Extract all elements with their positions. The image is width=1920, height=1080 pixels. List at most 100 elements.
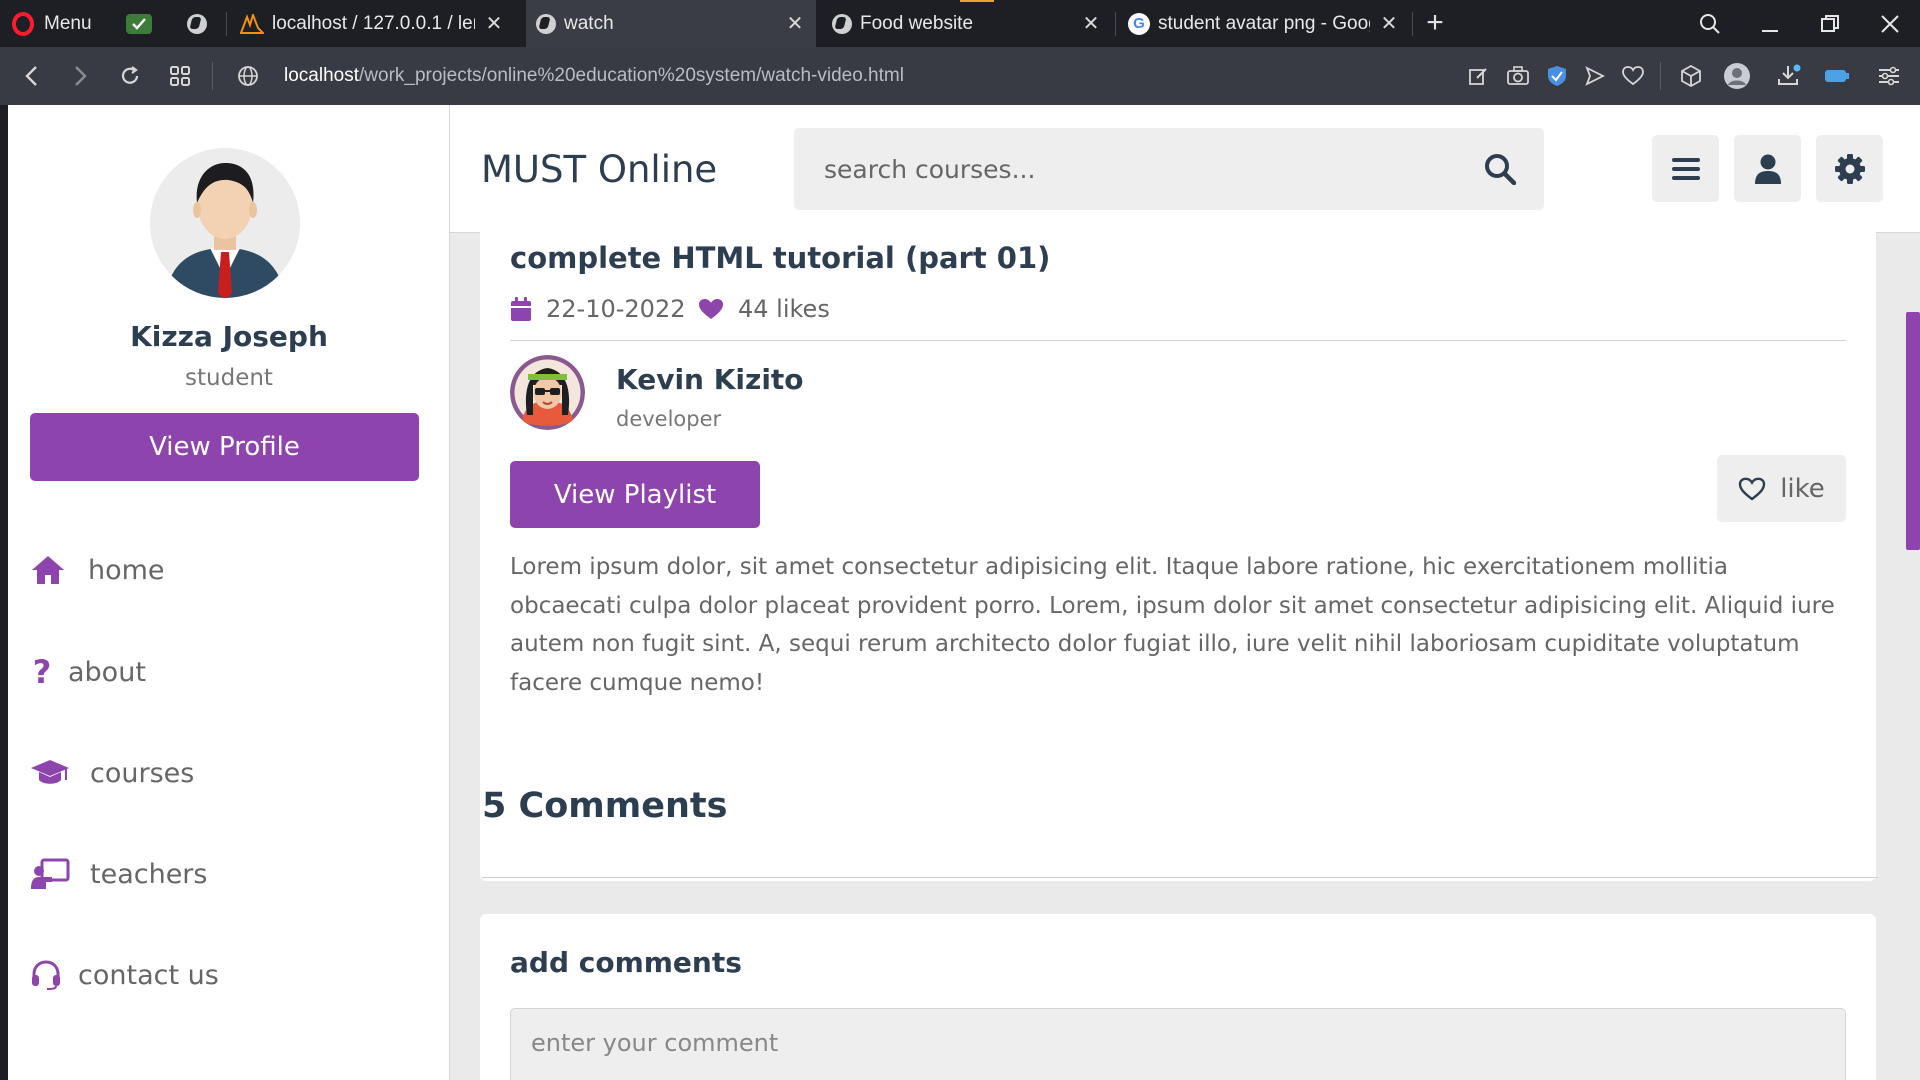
main-content: complete HTML tutorial (part 01) 22-10-2… [450,223,1920,1080]
tab-search-icon[interactable] [1680,0,1740,47]
video-likes: 44 likes [698,291,830,327]
tab-watch[interactable]: watch ✕ [526,0,816,47]
tutor-avatar[interactable] [510,355,585,430]
downloads-icon[interactable] [1774,61,1804,91]
reload-icon[interactable] [112,58,148,94]
like-button[interactable]: like [1717,455,1846,522]
view-playlist-button[interactable]: View Playlist [510,461,760,528]
tutor-name: Kevin Kizito [616,363,804,396]
chalkboard-teacher-icon [30,856,70,892]
page-scrollbar-thumb[interactable] [1906,312,1920,550]
comments-divider [482,877,1878,878]
add-comment-heading: add comments [510,946,742,979]
whatsapp-tab[interactable] [114,0,164,47]
tab-title: watch [564,12,614,34]
sidebar-item-contact[interactable]: contact us [30,945,219,1005]
search-icon[interactable] [1480,149,1520,189]
settings-button[interactable] [1816,135,1883,202]
adblock-shield-icon[interactable] [1542,61,1572,91]
tab-title: localhost / 127.0.0.1 / leme [272,12,475,34]
video-date: 22-10-2022 [510,291,685,327]
calendar-icon [511,297,531,321]
tab-separator [1115,12,1116,36]
user-icon [1754,154,1781,184]
tab-title: Food website [860,12,974,34]
heart-outline-icon [1739,477,1766,501]
site-header: MUST Online [450,105,1920,233]
profile-avatar-icon[interactable] [1722,61,1752,91]
sidebar-item-label: about [68,656,146,688]
speed-dial-icon[interactable] [162,58,198,94]
sidebar-item-teachers[interactable]: teachers [30,844,207,904]
video-likes-text: 44 likes [738,295,830,323]
sidebar-item-label: teachers [90,858,208,890]
new-tab-plus-icon[interactable]: + [1422,6,1448,40]
sidebar-item-label: home [88,554,165,586]
pinned-globe-tab[interactable] [172,0,222,47]
add-comment-card: add comments [480,914,1876,1080]
home-icon [30,552,66,588]
sidebar-item-label: courses [90,757,195,789]
globe-icon [832,13,852,34]
tab-close-icon[interactable]: ✕ [483,11,505,36]
menu-button[interactable] [1652,135,1719,202]
tab-google-search[interactable]: G student avatar png - Googl ✕ [1118,0,1410,47]
back-icon[interactable] [14,58,50,94]
send-icon[interactable] [1580,61,1610,91]
minimize-icon[interactable] [1740,0,1800,47]
divider [510,340,1846,341]
headset-icon [30,957,62,993]
sidebar-item-label: contact us [78,959,219,991]
video-title: complete HTML tutorial (part 01) [510,241,1051,275]
sidebar-item-home[interactable]: home [30,540,165,600]
view-profile-button[interactable]: View Profile [30,413,419,481]
opera-logo-icon [12,11,34,36]
tab-close-icon[interactable]: ✕ [1378,11,1400,36]
edit-page-icon[interactable] [1463,61,1493,91]
video-description: Lorem ipsum dolor, sit amet consectetur … [510,554,1835,696]
tutor-role: developer [616,407,722,431]
extensions-cube-icon[interactable] [1676,61,1706,91]
video-details-card: complete HTML tutorial (part 01) 22-10-2… [480,223,1876,881]
site-logo[interactable]: MUST Online [481,105,717,233]
search-input[interactable] [794,128,1454,210]
battery-saver-icon[interactable] [1822,61,1852,91]
tab-food-website[interactable]: Food website ✕ [822,0,1112,47]
search-form [794,128,1544,210]
address-separator [212,62,213,90]
sidebar-item-about[interactable]: ? about [30,642,146,702]
browser-sidebar-edge [0,105,8,1080]
bookmark-heart-icon[interactable] [1618,61,1648,91]
sidebar-item-courses[interactable]: courses [30,743,194,803]
close-window-icon[interactable] [1860,0,1920,47]
graduation-cap-icon [30,755,70,791]
tab-phpmyadmin[interactable]: localhost / 127.0.0.1 / leme ✕ [230,0,515,47]
web-page: Kizza Joseph student View Profile home ?… [8,105,1920,1080]
easy-setup-icon[interactable] [1874,61,1904,91]
forward-icon[interactable] [62,58,98,94]
like-label: like [1780,473,1825,504]
address-separator [1660,62,1661,90]
globe-icon [536,13,556,34]
user-button[interactable] [1734,135,1801,202]
comment-input[interactable] [510,1008,1846,1080]
browser-address-bar: localhost/work_projects/online%20educati… [0,47,1920,105]
tab-separator [226,12,227,36]
restore-icon[interactable] [1800,0,1860,47]
snapshot-camera-icon[interactable] [1503,61,1533,91]
browser-menu-label: Menu [44,12,92,34]
tab-close-icon[interactable]: ✕ [1080,11,1102,36]
tab-close-icon[interactable]: ✕ [784,11,806,36]
profile-role: student [185,365,273,391]
student-avatar [150,148,300,298]
site-info-globe-icon[interactable] [230,58,266,94]
globe-icon [187,13,207,34]
browser-tab-bar: Menu localhost / 127.0.0.1 / leme ✕ watc… [0,0,1920,47]
tab-title: student avatar png - Googl [1158,12,1370,34]
browser-menu-button[interactable]: Menu [0,0,112,47]
heart-icon [699,299,723,319]
url-field[interactable]: localhost/work_projects/online%20educati… [284,47,904,105]
gear-icon [1834,153,1865,184]
comments-heading: 5 Comments [482,786,728,826]
whatsapp-icon [126,13,152,34]
